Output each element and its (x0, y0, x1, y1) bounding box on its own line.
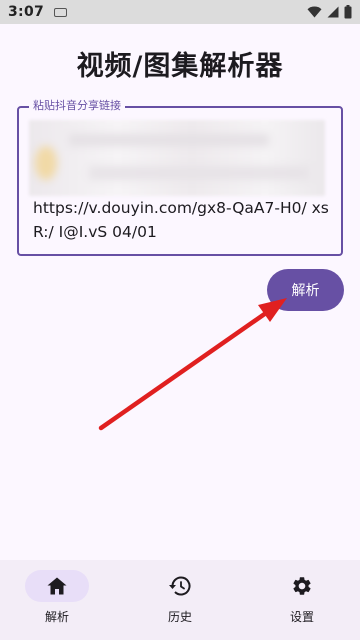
keyboard-icon (54, 7, 68, 17)
share-link-field-label: 粘贴抖音分享链接 (29, 99, 125, 113)
history-icon (169, 576, 191, 596)
status-time: 3:07 (8, 4, 45, 20)
nav-indicator (25, 570, 89, 602)
nav-indicator (270, 570, 334, 602)
status-bar: 3:07 (0, 0, 360, 24)
annotation-arrow (98, 298, 287, 431)
status-icons (307, 5, 352, 19)
parse-button[interactable]: 解析 (267, 269, 344, 311)
battery-icon (344, 5, 352, 19)
bottom-navigation: 解析 历史 设置 (0, 560, 360, 640)
home-icon (47, 577, 67, 595)
share-link-text[interactable]: https://v.douyin.com/gx8-QaA7-H0/ xsR:/ … (33, 196, 333, 244)
nav-item-parse[interactable]: 解析 (12, 570, 102, 634)
page-title: 视频/图集解析器 (76, 51, 284, 82)
gear-icon (293, 577, 311, 595)
blurred-preview (29, 120, 325, 196)
share-link-field[interactable]: 粘贴抖音分享链接 https://v.douyin.com/gx8-QaA7-H… (17, 99, 343, 256)
nav-item-settings[interactable]: 设置 (257, 570, 347, 634)
nav-label: 解析 (44, 610, 69, 624)
nav-label: 历史 (167, 610, 192, 624)
wifi-icon (307, 6, 322, 18)
nav-label: 设置 (289, 610, 314, 624)
signal-icon (327, 6, 339, 18)
nav-item-history[interactable]: 历史 (135, 570, 225, 634)
nav-indicator (148, 570, 212, 602)
